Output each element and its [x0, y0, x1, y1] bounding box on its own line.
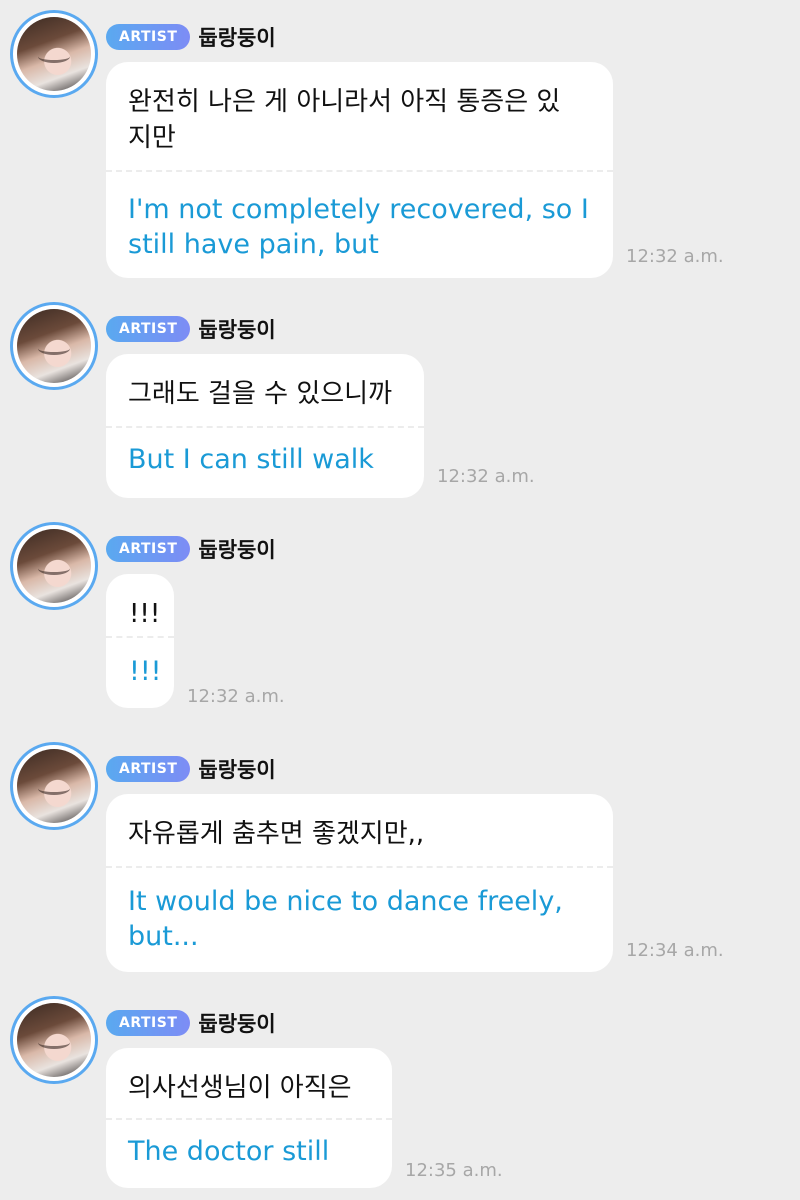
timestamp: 12:35 a.m.	[405, 1160, 503, 1181]
sender-row: ARTIST 둡랑둥이	[106, 1010, 276, 1036]
timestamp: 12:32 a.m.	[187, 686, 285, 707]
divider	[106, 170, 613, 172]
divider	[106, 426, 424, 428]
avatar-photo	[17, 749, 91, 823]
timestamp: 12:32 a.m.	[437, 466, 535, 487]
translated-text: !!!	[129, 656, 162, 687]
avatar-photo	[17, 17, 91, 91]
chat-message: ARTIST 둡랑둥이 그래도 걸을 수 있으니까 But I can stil…	[0, 302, 800, 502]
sender-name[interactable]: 둡랑둥이	[198, 534, 275, 564]
original-text: !!!	[129, 599, 161, 629]
sender-name[interactable]: 둡랑둥이	[198, 754, 275, 784]
timestamp: 12:34 a.m.	[626, 940, 724, 961]
avatar-photo	[17, 529, 91, 603]
avatar[interactable]	[10, 302, 98, 390]
sender-name[interactable]: 둡랑둥이	[198, 22, 275, 52]
sender-row: ARTIST 둡랑둥이	[106, 316, 276, 342]
sender-row: ARTIST 둡랑둥이	[106, 536, 276, 562]
artist-badge: ARTIST	[106, 316, 191, 342]
sender-name[interactable]: 둡랑둥이	[198, 1008, 275, 1038]
avatar[interactable]	[10, 522, 98, 610]
translated-text: The doctor still	[128, 1136, 330, 1167]
divider	[106, 866, 613, 868]
artist-badge: ARTIST	[106, 536, 191, 562]
translated-text: I'm not completely recovered, so I still…	[128, 194, 589, 260]
avatar-photo	[17, 1003, 91, 1077]
avatar[interactable]	[10, 742, 98, 830]
message-bubble[interactable]: 자유롭게 춤추면 좋겠지만,, It would be nice to danc…	[106, 794, 613, 972]
chat-message: ARTIST 둡랑둥이 자유롭게 춤추면 좋겠지만,, It would be …	[0, 742, 800, 972]
chat-message: ARTIST 둡랑둥이 의사선생님이 아직은 The doctor still …	[0, 996, 800, 1196]
timestamp: 12:32 a.m.	[626, 246, 724, 267]
divider	[106, 636, 174, 638]
artist-badge: ARTIST	[106, 1010, 191, 1036]
avatar-photo	[17, 309, 91, 383]
message-bubble[interactable]: 완전히 나은 게 아니라서 아직 통증은 있지만 I'm not complet…	[106, 62, 613, 278]
artist-badge: ARTIST	[106, 756, 191, 782]
sender-row: ARTIST 둡랑둥이	[106, 24, 276, 50]
avatar[interactable]	[10, 996, 98, 1084]
message-bubble[interactable]: !!! !!!	[106, 574, 174, 708]
translated-text: It would be nice to dance freely, but...	[128, 886, 563, 952]
original-text: 자유롭게 춤추면 좋겠지만,,	[128, 819, 425, 849]
message-bubble[interactable]: 의사선생님이 아직은 The doctor still	[106, 1048, 392, 1188]
translated-text: But I can still walk	[128, 444, 374, 475]
message-bubble[interactable]: 그래도 걸을 수 있으니까 But I can still walk	[106, 354, 424, 498]
sender-name[interactable]: 둡랑둥이	[198, 314, 275, 344]
chat-message: ARTIST 둡랑둥이 !!! !!! 12:32 a.m.	[0, 522, 800, 712]
original-text: 의사선생님이 아직은	[128, 1073, 352, 1103]
sender-row: ARTIST 둡랑둥이	[106, 756, 276, 782]
original-text: 완전히 나은 게 아니라서 아직 통증은 있지만	[128, 87, 561, 153]
chat-message: ARTIST 둡랑둥이 완전히 나은 게 아니라서 아직 통증은 있지만 I'm…	[0, 10, 800, 280]
avatar[interactable]	[10, 10, 98, 98]
original-text: 그래도 걸을 수 있으니까	[128, 379, 392, 409]
divider	[106, 1118, 392, 1120]
artist-badge: ARTIST	[106, 24, 191, 50]
